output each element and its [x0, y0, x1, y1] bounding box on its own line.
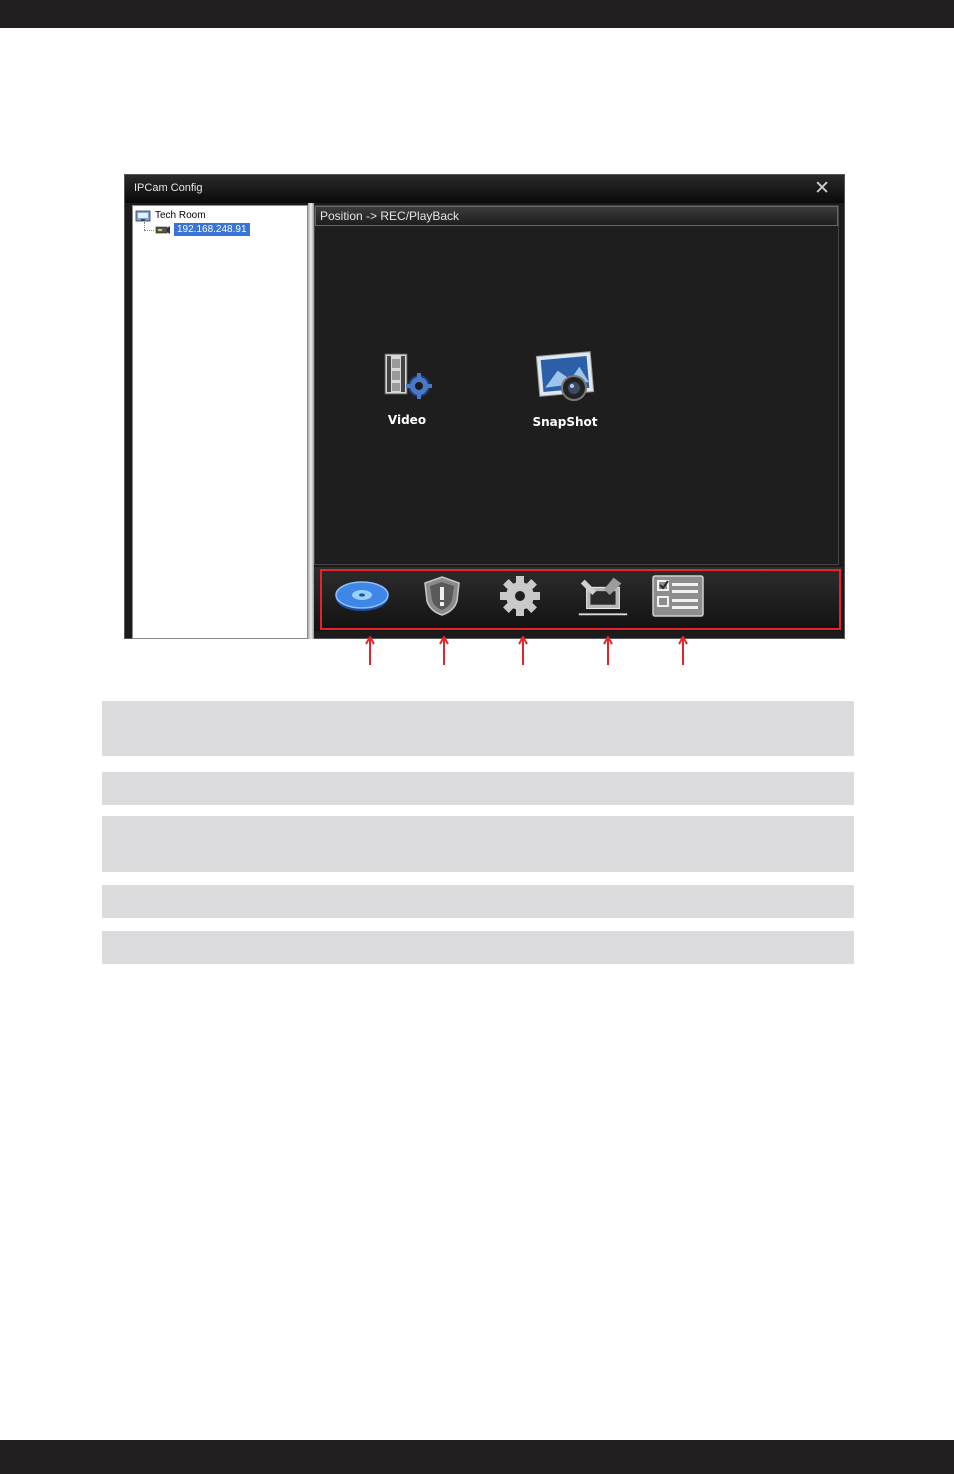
description-row [102, 885, 854, 918]
snapshot-label: SnapShot [532, 415, 598, 429]
camera-device-icon [155, 225, 170, 234]
callout-arrow-icon [518, 636, 528, 665]
page-footer-bar [0, 1440, 954, 1474]
description-row [102, 931, 854, 964]
description-row [102, 701, 854, 756]
description-row [102, 816, 854, 872]
snapshot-tile[interactable]: SnapShot [520, 350, 610, 429]
callout-arrow-icon [603, 636, 613, 665]
tree-root-node[interactable]: Tech Room [135, 208, 206, 222]
device-tree: Tech Room 192.168.248.91 [132, 205, 308, 639]
description-row [102, 772, 854, 805]
main-content-panel: Position -> REC/PlayBack Video SnapShot [314, 205, 839, 565]
page-header-bar [0, 0, 954, 28]
ipcam-config-window: IPCam Config ✕ Tech Room 192.168.248.91 … [124, 174, 845, 639]
tree-connector [144, 222, 145, 230]
tree-device-label: 192.168.248.91 [174, 223, 250, 236]
window-title: IPCam Config [134, 182, 203, 194]
close-button[interactable]: ✕ [814, 179, 830, 199]
callout-arrow-icon [678, 636, 688, 665]
snapshot-camera-icon [535, 351, 595, 401]
tree-connector [144, 230, 154, 231]
callout-arrow-icon [365, 636, 375, 665]
window-titlebar: IPCam Config ✕ [125, 175, 844, 203]
toolbar-highlight-box [320, 569, 841, 630]
video-label: Video [387, 413, 427, 427]
video-tile[interactable]: Video [362, 350, 452, 427]
tree-device-node[interactable]: 192.168.248.91 [155, 223, 250, 236]
tree-root-label: Tech Room [155, 209, 206, 221]
video-settings-icon [384, 353, 432, 399]
breadcrumb: Position -> REC/PlayBack [315, 206, 838, 226]
callout-arrow-icon [439, 636, 449, 665]
network-folder-icon [135, 210, 151, 221]
